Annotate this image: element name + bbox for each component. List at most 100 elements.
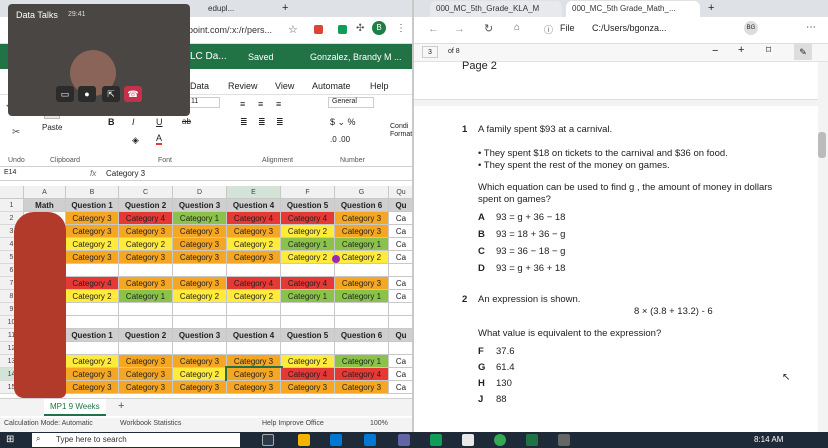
- select-all-corner[interactable]: [0, 186, 24, 199]
- pin-icon[interactable]: ✎: [794, 44, 812, 60]
- column-header[interactable]: F: [281, 186, 335, 199]
- name-box[interactable]: E14: [4, 169, 60, 179]
- table-cell[interactable]: Category 3: [227, 381, 281, 394]
- table-cell[interactable]: Category 1: [119, 290, 173, 303]
- table-cell[interactable]: Ca: [389, 368, 414, 381]
- table-cell[interactable]: [173, 303, 227, 316]
- table-cell[interactable]: [335, 264, 389, 277]
- table-cell[interactable]: Ca: [389, 290, 414, 303]
- table-cell[interactable]: Category 3: [335, 225, 389, 238]
- table-cell[interactable]: [119, 264, 173, 277]
- column-title-cell[interactable]: Question 6: [335, 199, 389, 212]
- table-cell[interactable]: Category 2: [66, 355, 119, 368]
- table-cell[interactable]: Category 3: [281, 381, 335, 394]
- pdf-scrollbar[interactable]: [818, 132, 826, 158]
- mail-icon[interactable]: [330, 434, 342, 446]
- table-cell[interactable]: [66, 264, 119, 277]
- underline-icon[interactable]: U: [156, 117, 163, 127]
- font-size-box[interactable]: 11: [186, 97, 220, 108]
- back-icon[interactable]: ←: [428, 23, 439, 35]
- table-cell[interactable]: Category 3: [173, 225, 227, 238]
- column-title-cell[interactable]: Question 3: [173, 199, 227, 212]
- menu-dots-icon[interactable]: ⋯: [806, 22, 816, 33]
- column-title-cell[interactable]: Question 4: [227, 199, 281, 212]
- currency-icon[interactable]: $ ⌄ %: [330, 117, 356, 128]
- table-cell[interactable]: Category 3: [173, 251, 227, 264]
- extension-icon[interactable]: [314, 25, 323, 34]
- zoom-out-icon[interactable]: −: [712, 45, 718, 57]
- table-cell[interactable]: [281, 264, 335, 277]
- table-cell[interactable]: [389, 264, 414, 277]
- taskbar-search[interactable]: ⌕ Type here to search: [32, 433, 240, 447]
- table-cell[interactable]: [119, 316, 173, 329]
- table-cell[interactable]: [66, 342, 119, 355]
- calc-mode[interactable]: Calculation Mode: Automatic: [4, 420, 93, 427]
- table-cell[interactable]: Category 1: [173, 212, 227, 225]
- conditional-format-button[interactable]: Condi Format: [390, 123, 414, 139]
- table-cell[interactable]: Category 2: [335, 251, 389, 264]
- workbook-stats[interactable]: Workbook Statistics: [120, 420, 181, 427]
- table-cell[interactable]: [227, 316, 281, 329]
- browser-tab[interactable]: edupl...: [190, 1, 270, 17]
- table-cell[interactable]: Category 2: [173, 368, 227, 381]
- column-title-cell[interactable]: Question 1: [66, 199, 119, 212]
- table-cell[interactable]: Category 2: [66, 290, 119, 303]
- table-cell[interactable]: Ca: [389, 381, 414, 394]
- share-screen-icon[interactable]: ⇱: [102, 86, 120, 102]
- page-number-input[interactable]: 3: [422, 46, 438, 58]
- table-cell[interactable]: Category 3: [173, 355, 227, 368]
- table-cell[interactable]: Category 2: [227, 238, 281, 251]
- column-title-cell[interactable]: Question 3: [173, 329, 227, 342]
- align-center-icon[interactable]: ≡: [258, 99, 263, 109]
- formula-input[interactable]: Category 3: [106, 169, 145, 178]
- puzzle-icon[interactable]: ✣: [356, 23, 364, 34]
- table-cell[interactable]: Category 4: [281, 368, 335, 381]
- pdf-tab-2[interactable]: 000_MC_5th Grade_Math_...: [566, 1, 700, 17]
- italic-icon[interactable]: I: [132, 117, 135, 127]
- table-cell[interactable]: [281, 316, 335, 329]
- column-header[interactable]: B: [66, 186, 119, 199]
- table-cell[interactable]: Category 3: [119, 381, 173, 394]
- home-icon[interactable]: ⌂: [514, 22, 520, 33]
- table-cell[interactable]: Category 3: [66, 368, 119, 381]
- column-title-cell[interactable]: Question 4: [227, 329, 281, 342]
- new-tab-button[interactable]: +: [708, 2, 714, 14]
- table-cell[interactable]: Category 3: [66, 225, 119, 238]
- column-header[interactable]: C: [119, 186, 173, 199]
- align-bottom-icon[interactable]: ≣: [276, 117, 284, 128]
- table-cell[interactable]: Category 2: [119, 238, 173, 251]
- table-cell[interactable]: [227, 342, 281, 355]
- table-cell[interactable]: [227, 303, 281, 316]
- column-title-cell[interactable]: Question 5: [281, 199, 335, 212]
- column-header[interactable]: A: [24, 186, 66, 199]
- menu-automate[interactable]: Automate: [312, 81, 351, 91]
- table-cell[interactable]: Category 3: [227, 225, 281, 238]
- table-cell[interactable]: [335, 303, 389, 316]
- table-cell[interactable]: [281, 342, 335, 355]
- file-explorer-icon[interactable]: [298, 434, 310, 446]
- align-right-icon[interactable]: ≡: [276, 99, 281, 109]
- table-cell[interactable]: Category 1: [335, 238, 389, 251]
- pdf-tab-1[interactable]: 000_MC_5th_Grade_KLA_M: [430, 1, 562, 17]
- table-cell[interactable]: [66, 303, 119, 316]
- table-cell[interactable]: Category 1: [281, 290, 335, 303]
- edge-icon[interactable]: [462, 434, 474, 446]
- menu-review[interactable]: Review: [228, 81, 258, 91]
- table-cell[interactable]: [173, 342, 227, 355]
- table-cell[interactable]: [119, 342, 173, 355]
- table-cell[interactable]: Category 2: [227, 290, 281, 303]
- menu-view[interactable]: View: [275, 81, 294, 91]
- decimal-icon[interactable]: .0 .00: [330, 135, 350, 144]
- table-cell[interactable]: Category 3: [173, 238, 227, 251]
- task-view-icon[interactable]: [262, 434, 274, 446]
- table-cell[interactable]: [66, 316, 119, 329]
- column-title-cell[interactable]: Question 2: [119, 329, 173, 342]
- menu-dots-icon[interactable]: ⋮: [396, 23, 406, 34]
- row-header[interactable]: 1: [0, 199, 24, 212]
- fit-page-icon[interactable]: ⌑: [766, 45, 771, 56]
- chrome-icon[interactable]: [494, 434, 506, 446]
- align-left-icon[interactable]: ≡: [240, 99, 245, 109]
- table-cell[interactable]: Category 4: [66, 277, 119, 290]
- avatar[interactable]: B: [372, 21, 386, 35]
- video-call-overlay[interactable]: Data Talks 29:41 ▭ ● ⇱ ☎: [8, 4, 190, 116]
